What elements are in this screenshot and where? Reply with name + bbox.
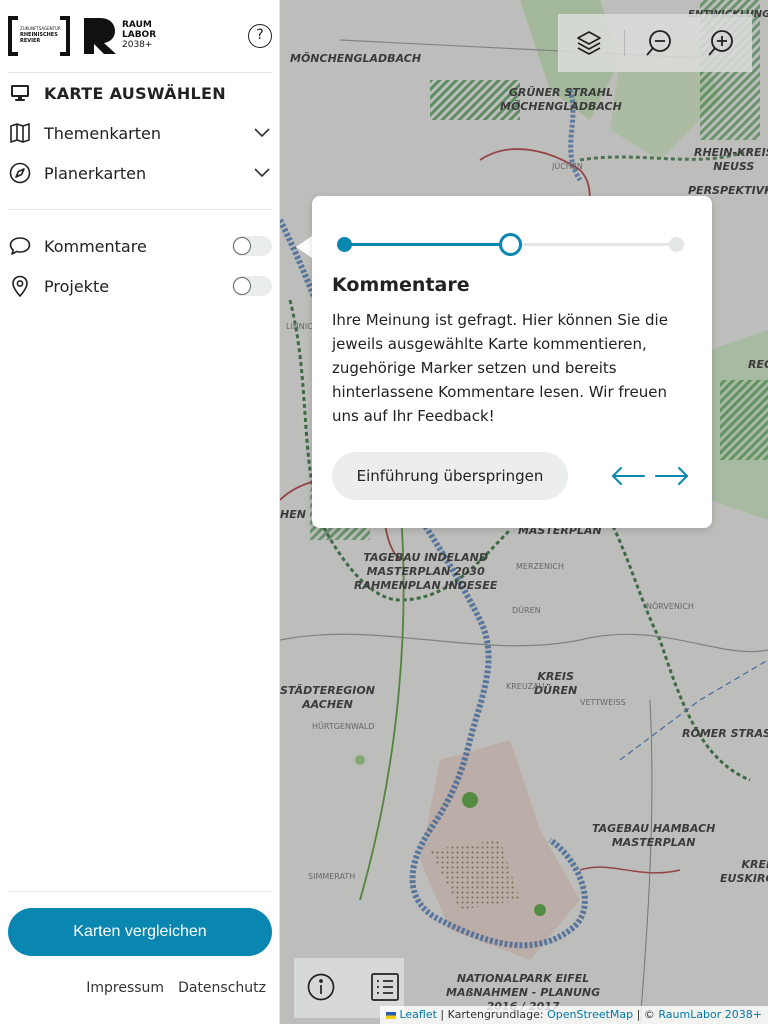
sidebar-toggle-kommentare: Kommentare — [8, 226, 272, 266]
map-label: MÖNCHENGLADBACH — [290, 52, 422, 65]
attribution-text: | © — [633, 1008, 659, 1021]
list-icon — [371, 973, 399, 1001]
raumlabor-logo-text: RAUM LABOR 2038+ — [122, 20, 157, 50]
monitor-icon — [8, 81, 32, 105]
raumlabor-link[interactable]: RaumLabor 2038+ — [658, 1008, 762, 1021]
map-label: RÖMER STRASSE — [682, 727, 768, 740]
sidebar-item-planerkarten[interactable]: Planerkarten — [8, 153, 272, 193]
skip-intro-button[interactable]: Einführung überspringen — [332, 452, 568, 500]
step-dot-current[interactable] — [498, 233, 522, 256]
zoom-in-icon — [708, 30, 733, 56]
map-label: JÜCHEN — [552, 162, 583, 171]
raumlabor-r-icon — [84, 18, 116, 54]
zukunftsagentur-logo[interactable]: ZUKUNFTSAGENTUR RHEINISCHES REVIER — [8, 16, 70, 56]
map-label: STÄDTEREGION AACHEN — [280, 684, 375, 711]
toggle-knob — [233, 237, 251, 255]
step-dot-next[interactable] — [669, 237, 684, 252]
divider — [8, 891, 272, 892]
layers-button[interactable] — [574, 28, 604, 58]
compass-icon — [8, 161, 32, 185]
previous-step-button[interactable] — [610, 460, 646, 492]
leaflet-link[interactable]: Leaflet — [399, 1008, 436, 1021]
arrow-left-icon — [612, 467, 645, 485]
step-fill — [344, 243, 510, 246]
zoom-out-icon — [646, 30, 671, 56]
chevron-down-icon[interactable] — [252, 163, 272, 183]
layers-icon — [577, 31, 601, 55]
step-dot-done[interactable] — [337, 237, 352, 252]
attribution-text: | Kartengrundlage: — [436, 1008, 548, 1021]
datenschutz-link[interactable]: Datenschutz — [178, 980, 266, 996]
location-pin-icon — [8, 274, 32, 298]
popover-pointer — [296, 236, 312, 258]
toolbar-separator — [624, 30, 625, 56]
step-progress — [336, 232, 684, 256]
raumlabor-r-logo[interactable] — [82, 16, 118, 56]
map-label: RHEIN-KREIS NEUSS — [694, 146, 768, 173]
toggle-label: Kommentare — [44, 236, 147, 256]
kommentare-toggle[interactable] — [232, 236, 272, 256]
osm-link[interactable]: OpenStreetMap — [547, 1008, 633, 1021]
ukraine-flag-icon — [386, 1011, 397, 1019]
help-button[interactable]: ? — [248, 24, 272, 48]
next-step-button[interactable] — [654, 460, 690, 492]
map-label: TAGEBAU HAMBACH MASTERPLAN — [592, 822, 716, 849]
zukunftsagentur-logo-text: ZUKUNFTSAGENTUR RHEINISCHES REVIER — [20, 26, 61, 44]
compare-maps-button[interactable]: Karten vergleichen — [8, 908, 272, 956]
info-icon — [307, 973, 335, 1001]
map-label: HÜRTGENWALD — [312, 722, 375, 731]
map-icon — [8, 121, 32, 145]
divider — [8, 209, 272, 210]
map-label: DÜREN — [512, 606, 541, 615]
impressum-link[interactable]: Impressum — [86, 980, 164, 996]
map-toolbar — [558, 14, 752, 72]
popover-title: Kommentare — [332, 274, 470, 296]
map-label: NÖRVENICH — [646, 602, 694, 611]
brand-logos: ZUKUNFTSAGENTUR RHEINISCHES REVIER RAUM … — [8, 14, 168, 58]
sidebar-item-label: Themenkarten — [44, 123, 161, 143]
popover-body: Ihre Meinung ist gefragt. Hier können Si… — [332, 311, 668, 425]
toggle-knob — [233, 277, 251, 295]
sidebar-item-label: Planerkarten — [44, 163, 147, 183]
map-attribution: Leaflet | Kartengrundlage: OpenStreetMap… — [380, 1006, 768, 1024]
projekte-toggle[interactable] — [232, 276, 272, 296]
arrow-right-icon — [655, 467, 688, 485]
select-map-label: KARTE AUSWÄHLEN — [44, 83, 226, 103]
sidebar-toggle-projekte: Projekte — [8, 266, 272, 306]
map-label: KREUZAU — [506, 682, 545, 691]
chevron-down-icon[interactable] — [252, 123, 272, 143]
onboarding-popover: Kommentare Ihre Meinung ist gefragt. Hie… — [312, 196, 712, 528]
info-button[interactable] — [306, 972, 336, 1002]
map-label: MERZENICH — [516, 562, 564, 571]
map-label: HEN — [280, 508, 306, 521]
map-label: GRÜNER STRAHL MÖCHENGLADBACH — [500, 86, 622, 113]
toggle-label: Projekte — [44, 276, 110, 296]
zoom-in-button[interactable] — [706, 28, 736, 58]
legend-button[interactable] — [370, 972, 400, 1002]
map-label: VETTWEISS — [580, 698, 626, 707]
map-label: SIMMERATH — [308, 872, 356, 881]
footer-links: Impressum Datenschutz — [8, 980, 266, 996]
map-label: KREIS EUSKIRCHEN — [720, 858, 768, 885]
sidebar-item-themenkarten[interactable]: Themenkarten — [8, 113, 272, 153]
comment-icon — [8, 234, 32, 258]
map-label: REG — [748, 358, 768, 371]
select-map-heading: KARTE AUSWÄHLEN — [8, 73, 272, 113]
zoom-out-button[interactable] — [644, 28, 674, 58]
map-label: TAGEBAU INDELAND MASTERPLAN 2030 RAHMENP… — [354, 551, 498, 592]
sidebar: ZUKUNFTSAGENTUR RHEINISCHES REVIER RAUM … — [0, 0, 280, 1024]
